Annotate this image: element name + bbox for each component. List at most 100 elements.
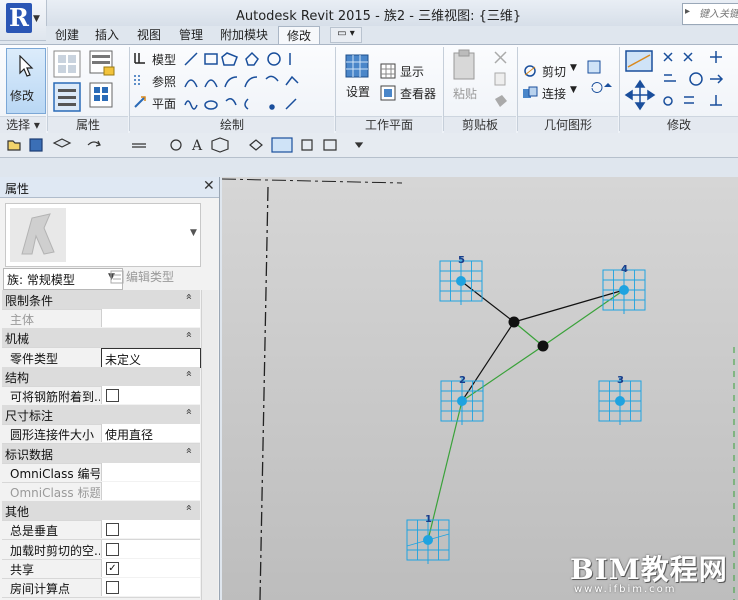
reference-plane-top[interactable]: [222, 178, 403, 184]
search-input[interactable]: [697, 5, 738, 23]
checkbox[interactable]: [106, 542, 119, 556]
connector-junction-node[interactable]: [508, 316, 520, 328]
plane-label[interactable]: 平面: [152, 95, 176, 112]
clipboard-tools-icons[interactable]: [492, 49, 510, 111]
quick-access-icons[interactable]: A: [6, 137, 386, 153]
set-workplane-icon[interactable]: [344, 51, 372, 81]
properties-section-header[interactable]: 结构 »: [2, 366, 200, 387]
tab-insert[interactable]: 插入: [88, 26, 126, 44]
property-value-field[interactable]: [101, 309, 200, 328]
property-row: 房间计算点: [2, 578, 200, 598]
quick-access-toolbar: A: [0, 133, 738, 158]
properties-section-header[interactable]: 其他 »: [2, 501, 200, 522]
properties-section-header[interactable]: 标识数据 »: [2, 443, 200, 464]
type-selector-preview[interactable]: ▼: [5, 203, 201, 267]
tab-view[interactable]: 视图: [130, 26, 168, 44]
property-name: 房间计算点: [10, 582, 71, 596]
chevron-down-icon[interactable]: ▼: [190, 228, 197, 238]
connector-line[interactable]: [513, 289, 625, 323]
search-box[interactable]: ▸: [682, 3, 738, 25]
tab-addins[interactable]: 附加模块: [214, 26, 274, 44]
adaptive-point-1[interactable]: 1: [406, 514, 450, 564]
property-checkbox-cell[interactable]: [101, 578, 200, 596]
collapse-icon[interactable]: »: [182, 504, 195, 511]
adaptive-point-4[interactable]: 4: [602, 264, 646, 314]
properties-scrollbar[interactable]: [201, 290, 218, 600]
checkbox[interactable]: [106, 581, 119, 594]
close-icon[interactable]: ✕: [203, 178, 215, 194]
checkbox[interactable]: [106, 523, 119, 537]
property-name: 零件类型: [10, 351, 59, 366]
adaptive-point-3[interactable]: 3: [598, 375, 642, 425]
reference-label[interactable]: 参照: [152, 73, 176, 90]
viewport-canvas[interactable]: 1 2 3 4 5: [222, 177, 738, 600]
tab-modify[interactable]: 修改: [278, 26, 320, 45]
section-label: 标识数据: [5, 447, 54, 462]
property-name: OmniClass 标题: [10, 486, 100, 500]
join-dropdown-icon[interactable]: ▼: [570, 85, 577, 95]
connector-line[interactable]: [427, 400, 463, 541]
property-name: 圆形连接件大小: [10, 428, 95, 443]
viewer-label[interactable]: 查看器: [400, 85, 436, 102]
join-geometry-icon: [523, 86, 538, 98]
property-value-field[interactable]: 使用直径: [101, 424, 200, 443]
family-type-dropdown[interactable]: 族: 常规模型 ▼: [3, 268, 123, 290]
ribbon-minimize-icon[interactable]: ▭ ▾: [330, 27, 362, 43]
collapse-icon[interactable]: »: [182, 447, 195, 454]
tab-create[interactable]: 创建: [48, 26, 86, 44]
show-workplane-icon: [380, 63, 396, 79]
select-panel-label[interactable]: 选择 ▾: [0, 116, 46, 133]
property-row: 加载时剪切的空...: [2, 539, 200, 560]
connector-line[interactable]: [542, 289, 625, 347]
application-menu-button[interactable]: R ▼: [0, 0, 47, 41]
collapse-icon[interactable]: »: [182, 408, 195, 415]
edit-type-icon: [110, 270, 124, 284]
connector-junction-node[interactable]: [537, 340, 549, 352]
properties-icons[interactable]: [52, 49, 122, 113]
chevron-right-icon[interactable]: ▸: [685, 6, 690, 17]
cut-label[interactable]: 剪切: [542, 63, 566, 80]
draw-tools-icons[interactable]: [182, 49, 302, 111]
connector-line[interactable]: [461, 321, 515, 402]
modify-tools-icons[interactable]: [624, 49, 736, 113]
property-checkbox-cell[interactable]: [101, 386, 200, 404]
property-checkbox-cell[interactable]: [101, 539, 200, 558]
paste-icon[interactable]: [452, 49, 478, 81]
tab-manage[interactable]: 管理: [172, 26, 210, 44]
checkbox-checked[interactable]: ✓: [106, 561, 119, 575]
edit-type-button[interactable]: 编辑类型: [126, 268, 174, 285]
connector-line[interactable]: [513, 321, 544, 347]
collapse-icon[interactable]: »: [182, 293, 195, 300]
join-label[interactable]: 连接: [542, 85, 566, 102]
checkbox[interactable]: [106, 389, 119, 402]
property-value-field[interactable]: [101, 462, 200, 481]
section-label: 限制条件: [5, 294, 54, 308]
geometry-tools-icons[interactable]: [586, 57, 616, 105]
cut-dropdown-icon[interactable]: ▼: [570, 63, 577, 73]
properties-section-header[interactable]: 尺寸标注 »: [2, 405, 200, 426]
modify-button[interactable]: 修改: [6, 48, 46, 114]
adaptive-point-2[interactable]: 2: [440, 375, 484, 425]
property-value-field[interactable]: 未定义: [101, 347, 201, 368]
model-label[interactable]: 模型: [152, 51, 176, 68]
properties-palette: 属性 ✕ ▼ 族: 常规模型 ▼ 编辑类型 限制条件 » 主体 机械 » 零件类型 未定义结…: [0, 177, 220, 600]
connector-line[interactable]: [461, 345, 544, 402]
3d-viewport[interactable]: 1 2 3 4 5: [222, 177, 738, 600]
workplane-panel-label: 工作平面: [336, 116, 442, 133]
paste-label[interactable]: 粘贴: [453, 85, 477, 102]
property-checkbox-cell[interactable]: [101, 520, 200, 539]
svg-text:5: 5: [458, 255, 465, 266]
property-name: 共享: [10, 562, 35, 577]
collapse-icon[interactable]: »: [182, 332, 195, 339]
clipboard-panel-label: 剪贴板: [444, 116, 516, 133]
reference-line-icon: [134, 75, 140, 85]
property-value-field[interactable]: [101, 482, 200, 500]
properties-section-header[interactable]: 限制条件 »: [2, 290, 200, 310]
collapse-icon[interactable]: »: [182, 370, 195, 377]
set-label[interactable]: 设置: [346, 83, 370, 100]
properties-section-header[interactable]: 机械 »: [2, 328, 200, 349]
property-checkbox-cell[interactable]: ✓: [101, 558, 200, 577]
reference-plane-left[interactable]: [259, 186, 269, 600]
show-label[interactable]: 显示: [400, 63, 424, 80]
adaptive-point-5[interactable]: 5: [439, 255, 483, 305]
